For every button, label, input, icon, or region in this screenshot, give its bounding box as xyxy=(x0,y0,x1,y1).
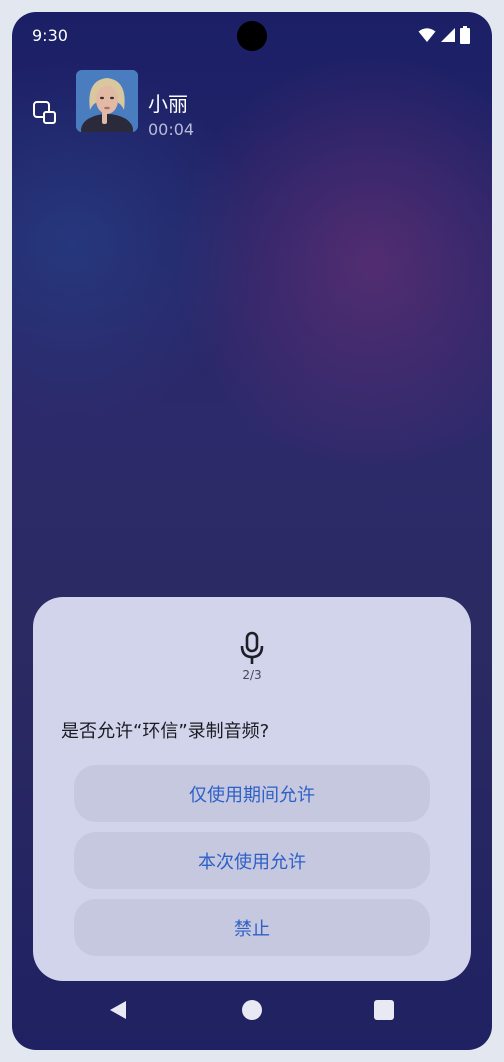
allow-this-time-button[interactable]: 本次使用允许 xyxy=(74,832,430,889)
recents-icon[interactable] xyxy=(374,1000,394,1020)
call-duration: 00:04 xyxy=(148,120,195,139)
status-icons xyxy=(418,26,470,44)
permission-step: 2/3 xyxy=(242,668,262,682)
permission-question: 是否允许“环信”录制音频? xyxy=(61,721,270,742)
wifi-icon xyxy=(418,28,436,42)
call-header: 小丽 00:04 xyxy=(12,68,492,139)
allow-while-using-button[interactable]: 仅使用期间允许 xyxy=(74,765,430,822)
deny-button[interactable]: 禁止 xyxy=(74,899,430,956)
front-camera xyxy=(237,21,267,51)
battery-icon xyxy=(460,26,470,44)
home-icon[interactable] xyxy=(242,1000,262,1020)
floating-window-icon[interactable] xyxy=(32,100,58,126)
caller-avatar xyxy=(76,70,138,132)
caller-name: 小丽 xyxy=(148,92,188,116)
signal-icon xyxy=(441,28,455,42)
status-time: 9:30 xyxy=(32,26,68,45)
back-icon[interactable] xyxy=(108,1000,128,1020)
navigation-bar xyxy=(12,1000,492,1040)
microphone-icon xyxy=(240,631,264,664)
phone-screen: 9:30 小丽 00:04 2/3 是否允许“环信”录制音频? 仅使用期间允许 … xyxy=(12,12,492,1050)
status-bar: 9:30 xyxy=(12,12,492,60)
permission-dialog: 2/3 是否允许“环信”录制音频? 仅使用期间允许 本次使用允许 禁止 xyxy=(33,597,471,981)
